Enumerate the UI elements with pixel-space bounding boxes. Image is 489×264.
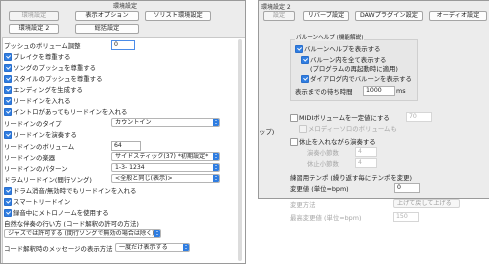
checkbox-play-lead-in[interactable] bbox=[4, 131, 12, 139]
chevron-updown-icon bbox=[183, 244, 189, 251]
preferences-window: 環境設定 環境設定 表示オプション ソリスト環境設定 環境設定 2 総括設定 プ… bbox=[0, 0, 246, 264]
natural-accompaniment-select[interactable]: ジャズでは許可する (間行ソングで無効の場合は除く) bbox=[4, 229, 161, 238]
play-bars-label: 演奏小節数 bbox=[307, 149, 339, 157]
chevron-updown-icon bbox=[213, 153, 219, 160]
checkbox-midi-volume[interactable] bbox=[290, 114, 298, 122]
checkbox-play-with-rests[interactable] bbox=[290, 138, 298, 146]
wait-time-unit: ms bbox=[396, 87, 406, 95]
lead-in-type-label: リードインのタイプ bbox=[4, 120, 62, 128]
generate-ending-label: エンディングを生成する bbox=[13, 86, 83, 94]
tab-daw-plugin-settings[interactable]: DAWプラグイン設定 bbox=[355, 11, 423, 21]
checkbox-lead-in-with-intro[interactable] bbox=[4, 108, 12, 116]
smart-lead-in-label: スマートリードイン bbox=[13, 198, 71, 206]
drum-lead-in-label: ドラムリードイン(間行ソング) bbox=[4, 176, 92, 184]
change-method-label: 変更方法 bbox=[290, 201, 316, 209]
push-volume-label: プッシュのボリューム調整 bbox=[4, 42, 81, 50]
scrollbar[interactable] bbox=[238, 39, 242, 261]
respect-song-pushes-label: ソングのプッシュを尊重する bbox=[13, 64, 97, 72]
lead-in-when-drums-muted-label: ドラム消音/無効時でもリードインを入れる bbox=[13, 187, 137, 195]
tab-general-settings[interactable]: 総括設定 bbox=[75, 24, 139, 34]
window-title: 環境設定 bbox=[113, 3, 138, 10]
lead-in-instrument-select[interactable]: サイドスティック(37) *初期設定* bbox=[111, 152, 220, 161]
wait-time-input[interactable]: 1000 bbox=[363, 86, 395, 96]
change-method-value: 上げて戻して上げる bbox=[397, 200, 452, 207]
checkbox-generate-ending[interactable] bbox=[4, 86, 12, 94]
checkbox-lead-in-when-drums-muted[interactable] bbox=[4, 187, 12, 195]
natural-accompaniment-value: ジャズでは許可する (間行ソングで無効の場合は除く) bbox=[8, 230, 155, 237]
respect-breaks-label: ブレイクを尊重する bbox=[13, 53, 71, 61]
play-with-rests-label: 休止を入れながら演奏する bbox=[299, 138, 376, 146]
tempo-change-label: 変更値 (単位=bpm) bbox=[290, 185, 349, 193]
checkbox-lead-in[interactable] bbox=[4, 97, 12, 105]
tab-preferences[interactable]: 環境設定 bbox=[9, 11, 59, 21]
lead-in-volume-input[interactable]: 64 bbox=[111, 141, 141, 151]
checkbox-dialog-balloon[interactable] bbox=[301, 75, 309, 83]
chord-message-label: コード解釈時のメッセージの表示方法 bbox=[4, 245, 113, 253]
lead-in-label: リードインを入れる bbox=[13, 97, 71, 105]
tab-preferences-2[interactable]: 環境設定 2 bbox=[9, 24, 59, 34]
balloon-help-title: バルーンヘルプ (機能解説) bbox=[295, 33, 365, 41]
tab-settings[interactable]: 設定 bbox=[263, 11, 295, 21]
max-change-label: 最高変更値 (単位=bpm) bbox=[290, 214, 362, 222]
window-title-2: 環境設定 2 bbox=[261, 4, 291, 11]
checkbox-respect-style-pushes[interactable] bbox=[4, 75, 12, 83]
checkbox-respect-breaks[interactable] bbox=[4, 53, 12, 61]
checkbox-show-balloon-help[interactable] bbox=[295, 45, 303, 53]
chord-message-select[interactable]: 一度だけ表示する bbox=[115, 243, 190, 252]
drum-lead-in-select[interactable]: <全般と同じ(表示)> bbox=[111, 174, 220, 183]
show-all-balloon-label: バルーン内を全て表示する bbox=[310, 56, 387, 64]
lead-in-pattern-value: 1-3- 1234 bbox=[115, 164, 145, 171]
wait-time-label: 表示までの待ち時間 bbox=[295, 88, 353, 96]
show-all-balloon-note: (プログラムの再起動時に適用) bbox=[310, 65, 398, 73]
midi-volume-label: MIDIボリュームを一定値にする bbox=[299, 114, 390, 122]
lead-in-volume-label: リードインのボリューム bbox=[4, 143, 75, 151]
lead-in-type-select[interactable]: カウントイン bbox=[111, 118, 220, 127]
change-method-select[interactable]: 上げて戻して上げる bbox=[393, 199, 460, 208]
midi-volume-input[interactable]: 70 bbox=[406, 112, 432, 122]
rest-bars-input[interactable]: 4 bbox=[355, 158, 377, 168]
tab-reverb-settings[interactable]: リバーブ設定 bbox=[303, 11, 349, 21]
lead-in-pattern-select[interactable]: 1-3- 1234 bbox=[111, 163, 220, 172]
checkbox-metronome-recording[interactable] bbox=[4, 209, 12, 217]
play-lead-in-label: リードインを演奏する bbox=[13, 131, 77, 139]
tab-audio-settings[interactable]: オーディオ設定 bbox=[429, 11, 487, 21]
checkbox-smart-lead-in[interactable] bbox=[4, 198, 12, 206]
chevron-updown-icon bbox=[213, 164, 219, 171]
chevron-updown-icon bbox=[213, 119, 219, 126]
show-balloon-help-label: バルーンヘルプを表示する bbox=[304, 45, 381, 53]
natural-accompaniment-label: 自然な伴奏の行い方 (コード解釈の許可の方法) bbox=[4, 220, 139, 228]
melody-solo-volume-label: メロディーソロのボリュームも bbox=[308, 125, 397, 133]
tab-display-options[interactable]: 表示オプション bbox=[75, 11, 139, 21]
push-volume-input[interactable]: 0 bbox=[111, 40, 135, 50]
play-bars-input[interactable]: 4 bbox=[355, 147, 377, 157]
side-fragment: ップ) bbox=[259, 128, 275, 136]
lead-in-with-intro-label: イントロがあってもリードインを入れる bbox=[13, 108, 128, 116]
lead-in-type-value: カウントイン bbox=[115, 119, 152, 126]
drum-lead-in-value: <全般と同じ(表示)> bbox=[115, 175, 173, 182]
lead-in-instrument-label: リードインの楽器 bbox=[4, 154, 56, 162]
checkbox-melody-solo-volume[interactable] bbox=[299, 125, 307, 133]
checkbox-show-all-balloon[interactable] bbox=[301, 56, 309, 64]
respect-style-pushes-label: スタイルのプッシュを尊重する bbox=[13, 75, 103, 83]
lead-in-pattern-label: リードインのパターン bbox=[4, 165, 68, 173]
chevron-updown-icon bbox=[213, 175, 219, 182]
practice-tempo-title: 練習用テンポ (繰り返す毎にテンポを変更) bbox=[290, 174, 413, 182]
dialog-balloon-label: ダイアログ内でバルーンを表示する bbox=[310, 75, 412, 83]
rest-bars-label: 休止小節数 bbox=[307, 160, 339, 168]
lead-in-instrument-value: サイドスティック(37) *初期設定* bbox=[115, 153, 209, 160]
max-change-input[interactable]: 150 bbox=[393, 212, 419, 222]
checkbox-respect-song-pushes[interactable] bbox=[4, 64, 12, 72]
preferences-2-window: 環境設定 2 設定 リバーブ設定 DAWプラグイン設定 オーディオ設定 ップ) … bbox=[258, 0, 489, 199]
chevron-updown-icon bbox=[154, 230, 160, 237]
metronome-recording-label: 録音中にメトロノームを使用する bbox=[13, 209, 109, 217]
tempo-change-input[interactable]: 0 bbox=[394, 183, 420, 193]
tab-soloist-preferences[interactable]: ソリスト環境設定 bbox=[145, 11, 211, 21]
chord-message-value: 一度だけ表示する bbox=[119, 244, 168, 251]
